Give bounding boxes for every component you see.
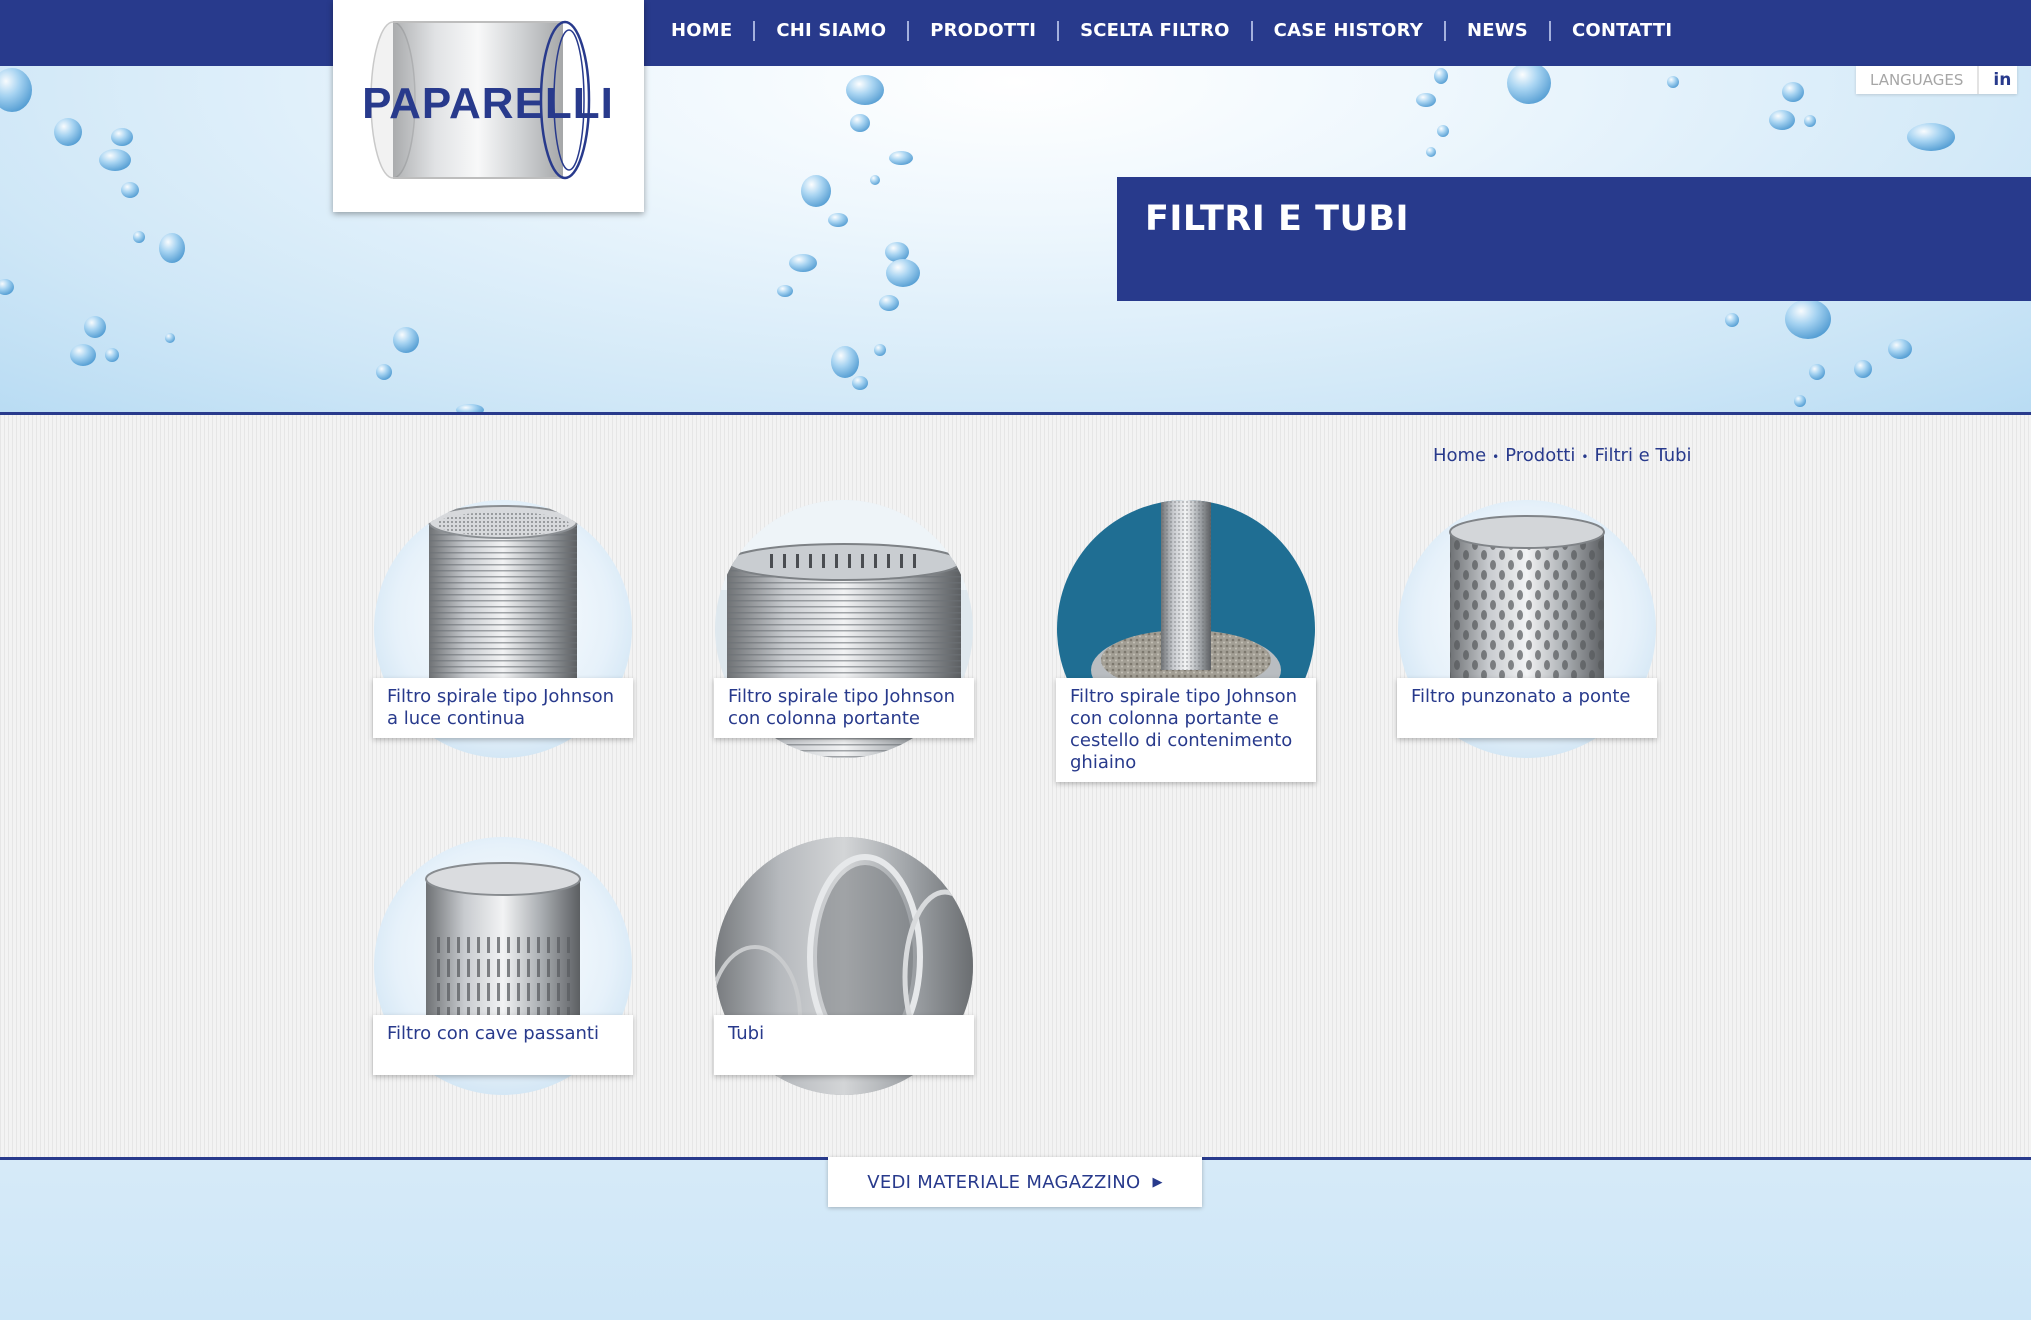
breadcrumb-prodotti[interactable]: Prodotti — [1505, 445, 1575, 466]
breadcrumb-current: Filtri e Tubi — [1594, 445, 1692, 466]
nav-home[interactable]: HOME — [650, 21, 753, 41]
page-title: FILTRI E TUBI — [1145, 199, 1410, 239]
product-card-label: Filtro con cave passanti — [373, 1015, 633, 1075]
product-card-label: Tubi — [714, 1015, 974, 1075]
breadcrumb-separator: • — [1581, 450, 1589, 464]
products-section: Home • Prodotti • Filtri e Tubi Filtro spira… — [0, 412, 2031, 1160]
nav-contatti[interactable]: CONTATTI — [1548, 21, 1693, 41]
product-card-label: Filtro spirale tipo Johnson con colonna … — [714, 678, 974, 738]
product-card-label: Filtro spirale tipo Johnson con colonna … — [1056, 678, 1316, 782]
product-card-label: Filtro spirale tipo Johnson a luce conti… — [373, 678, 633, 738]
cta-label: VEDI MATERIALE MAGAZZINO — [867, 1171, 1141, 1193]
breadcrumb: Home • Prodotti • Filtri e Tubi — [1433, 445, 1692, 466]
product-card-label: Filtro punzonato a ponte — [1397, 678, 1657, 738]
paparelli-logo-image: PAPARELLI — [362, 20, 614, 180]
breadcrumb-home[interactable]: Home — [1433, 445, 1486, 466]
nav-scelta-filtro[interactable]: SCELTA FILTRO — [1057, 21, 1251, 41]
caret-right-icon: ▶ — [1152, 1174, 1163, 1190]
nav-news[interactable]: NEWS — [1443, 21, 1549, 41]
language-bar: LANGUAGES in — [1856, 66, 2018, 94]
logo[interactable]: PAPARELLI — [333, 0, 644, 212]
languages-button[interactable]: LANGUAGES — [1856, 66, 1980, 94]
breadcrumb-separator: • — [1492, 450, 1500, 464]
nav-chi-siamo[interactable]: CHI SIAMO — [753, 21, 907, 41]
page-title-banner: FILTRI E TUBI — [1117, 177, 2031, 301]
main-nav: HOME CHI SIAMO PRODOTTI SCELTA FILTRO CA… — [650, 0, 1693, 62]
nav-prodotti[interactable]: PRODOTTI — [907, 21, 1057, 41]
vedi-materiale-magazzino-button[interactable]: VEDI MATERIALE MAGAZZINO ▶ — [828, 1157, 1202, 1207]
nav-case-history[interactable]: CASE HISTORY — [1250, 21, 1444, 41]
linkedin-icon[interactable]: in — [1979, 66, 2017, 94]
logo-wordmark: PAPARELLI — [362, 79, 614, 128]
top-navigation-bar: HOME CHI SIAMO PRODOTTI SCELTA FILTRO CA… — [0, 0, 2031, 66]
